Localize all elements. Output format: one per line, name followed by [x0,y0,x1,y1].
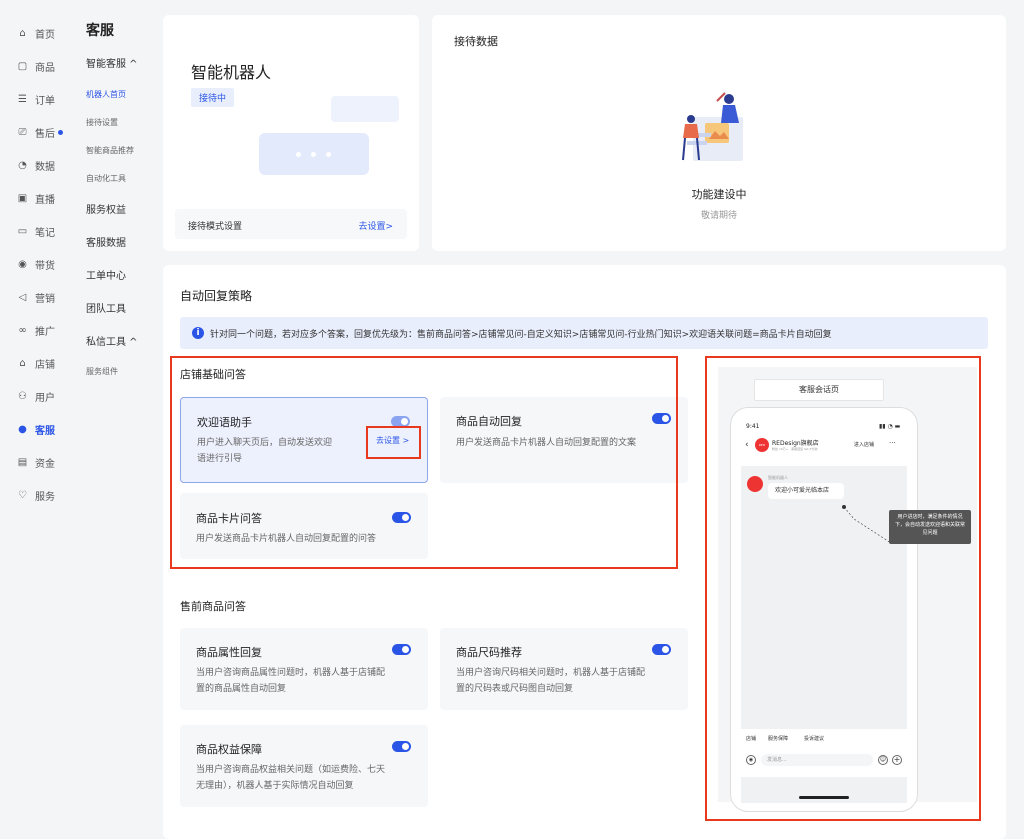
attr-title: 商品属性回复 [196,646,262,659]
marketing-icon: ◁ [18,291,27,303]
nav-item-label: 订单 [35,95,55,107]
nav-item-robot-home[interactable]: 机器人首页 [86,89,126,100]
expect-text: 敬请期待 [700,211,737,221]
nav-item-home[interactable]: ⌂ 首页 [16,23,55,43]
mode-label: 接待模式设置 [188,222,243,232]
home-icon: ⌂ [19,27,26,39]
reception-title: 接待数据 [454,35,498,48]
nav-item-ads[interactable]: ∞ 推广 [16,320,55,340]
note-icon: ▭ [17,225,28,237]
strategy-title: 自动回复策略 [180,289,253,303]
priority-notice: i 针对同一个问题，若对应多个答案，回复优先级为：售前商品问答>店铺常见问-自定… [180,317,988,349]
size-desc: 当用户咨询尺码相关问题时，机器人基于店铺配 置的尺码表或尺码图自动回复 [456,668,646,694]
nav-item-service-components[interactable]: 服务组件 [86,366,118,377]
product-attribute-card[interactable]: 商品属性回复 当用户咨询商品属性问题时，机器人基于店铺配 置的商品属性自动回复 [180,628,428,710]
nav-item-user[interactable]: ⚇ 用户 [16,386,55,406]
nav-item-label: 首页 [35,29,55,41]
rights-title: 商品权益保障 [196,743,262,756]
nav-group-dm-tools[interactable]: 私信工具 ^ [86,333,138,348]
nav-item-label: 用户 [35,392,55,404]
mode-setting-row: 接待模式设置 去设置> [175,209,407,239]
mode-setting-link[interactable]: 去设置> [358,219,393,232]
nav-item-label: 资金 [35,458,55,470]
chat-bubble-decoration [331,96,399,122]
nav-item-reception-settings[interactable]: 接待设置 [86,117,118,128]
nav-item-label: 服务 [35,491,55,503]
status-badge: 接待中 [191,88,235,107]
user-icon: ⚇ [18,390,27,402]
nav-item-label: 直播 [35,194,55,206]
fund-icon: ▤ [17,456,28,468]
highlight-box-basic-qa [170,356,678,569]
nav-item-automation[interactable]: 自动化工具 [86,173,126,184]
nav-item-shop[interactable]: ⌂ 店铺 [16,353,55,373]
nav-item-service[interactable]: ● 客服 [16,419,55,439]
nav-item-label: 数据 [35,161,55,173]
primary-nav: ⌂ 首页 ▢ 商品 ☰ 订单 ⎚ 售后 ◔ 数据 ▣ 直播 ▭ 笔记 ◉ 带货 ◁ 营销 ∞ 推广 ⌂ 店铺 ⚇ 用户 ● 客服 ▤… [0,0,74,839]
chat-bubble-icon [259,133,369,175]
size-recommend-card[interactable]: 商品尺码推荐 当用户咨询尺码相关问题时，机器人基于店铺配 置的尺码表或尺码图自动回… [440,628,688,710]
nav-item-label: 商品 [35,62,55,74]
nav-item-label: 店铺 [35,359,55,371]
promote-icon: ◉ [18,258,27,270]
nav-item-note[interactable]: ▭ 笔记 [16,221,55,241]
nav-item-smart-recommend[interactable]: 智能商品推荐 [86,145,134,156]
nav-item-after-sale[interactable]: ⎚ 售后 [16,122,63,142]
reception-data-card: 接待数据 功能建设中 敬请期待 [432,15,1006,251]
priority-notice-text: 针对同一个问题，若对应多个答案，回复优先级为：售前商品问答>店铺常见问-自定义知… [210,330,832,340]
nav-item-live[interactable]: ▣ 直播 [16,188,55,208]
ads-icon: ∞ [18,324,27,336]
size-toggle[interactable] [652,644,671,655]
nav-item-data[interactable]: ◔ 数据 [16,155,55,175]
nav-item-service-rights[interactable]: 服务权益 [86,201,126,216]
secondary-nav: 客服 智能客服 ^ 机器人首页 接待设置 智能商品推荐 自动化工具 服务权益 客… [74,0,160,839]
info-icon: i [192,327,204,339]
goods-icon: ▢ [17,60,28,72]
highlight-box-preview [705,356,981,821]
nav-item-label: 推广 [35,326,55,338]
nav-item-label: 带货 [35,260,55,272]
badge-icon: ♡ [18,489,27,501]
nav-item-fund[interactable]: ▤ 资金 [16,452,55,472]
order-icon: ☰ [18,93,27,105]
attr-toggle[interactable] [392,644,411,655]
nav-item-team-tools[interactable]: 团队工具 [86,300,126,315]
shop-icon: ⌂ [19,357,26,369]
rights-desc: 当用户咨询商品权益相关问题（如运费险、七天 无理由），机器人基于实际情况自动回复 [196,765,386,791]
building-text: 功能建设中 [691,188,747,201]
rights-toggle[interactable] [392,741,411,752]
service-icon: ● [18,423,27,435]
nav-item-ticket-center[interactable]: 工单中心 [86,267,126,282]
after-sale-icon: ⎚ [18,126,27,138]
robot-title: 智能机器人 [191,63,272,82]
nav-group-smart-service[interactable]: 智能客服 ^ [86,55,138,70]
notification-dot [58,129,63,135]
nav-item-label: 笔记 [35,227,55,239]
section-title: 客服 [86,23,114,39]
attr-desc: 当用户咨询商品属性问题时，机器人基于店铺配 置的商品属性自动回复 [196,668,386,694]
live-icon: ▣ [17,192,28,204]
presale-qa-title: 售前商品问答 [180,600,246,613]
nav-item-label: 营销 [35,293,55,305]
nav-item-marketing[interactable]: ◁ 营销 [16,287,55,307]
auto-reply-strategy-card: 自动回复策略 i 针对同一个问题，若对应多个答案，回复优先级为：售前商品问答>店… [163,265,1006,839]
size-title: 商品尺码推荐 [456,646,522,659]
data-icon: ◔ [18,159,27,171]
robot-card: 智能机器人 接待中 接待模式设置 去设置> [163,15,419,251]
nav-item-service-data[interactable]: 客服数据 [86,234,126,249]
nav-item-promote[interactable]: ◉ 带货 [16,254,55,274]
product-rights-card[interactable]: 商品权益保障 当用户咨询商品权益相关问题（如运费险、七天 无理由），机器人基于实际… [180,725,428,807]
nav-item-label: 售后 [35,128,55,140]
nav-item-order[interactable]: ☰ 订单 [16,89,55,109]
nav-item-goods[interactable]: ▢ 商品 [16,56,55,76]
nav-item-badge[interactable]: ♡ 服务 [16,485,55,505]
nav-item-label: 客服 [35,425,55,437]
under-construction-illustration [682,92,743,161]
